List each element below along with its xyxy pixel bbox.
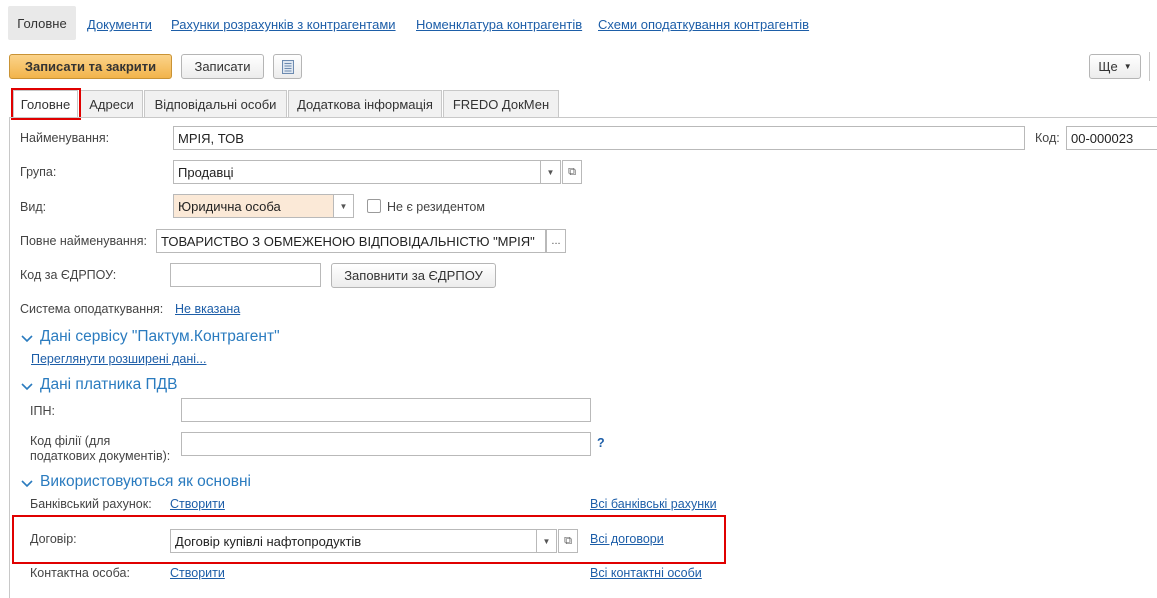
report-list-button[interactable] [273,54,302,79]
group-field[interactable]: Продавці [173,160,541,184]
kind-dropdown-button[interactable]: ▼ [334,194,354,218]
kind-label: Вид: [20,200,47,214]
vat-section-title[interactable]: Дані платника ПДВ [40,376,178,394]
more-button[interactable]: Ще ▼ [1089,54,1141,79]
tab-fredo-dokmen[interactable]: FREDO ДокМен [443,90,559,117]
nav-tab-main[interactable]: Головне [8,6,76,40]
bank-account-create-link[interactable]: Створити [170,497,225,511]
nav-link-documents[interactable]: Документи [87,17,152,32]
chevron-down-icon[interactable] [20,379,34,393]
all-contact-persons-link[interactable]: Всі контактні особи [590,566,702,580]
chevron-down-icon[interactable] [20,476,34,490]
dropdown-arrow-icon: ▼ [1123,62,1132,71]
pactum-extended-link[interactable]: Переглянути розширені дані... [31,352,206,366]
nav-link-tax-schemes[interactable]: Схеми оподаткування контрагентів [598,17,809,32]
branch-code-label-line1: Код філії (для [30,434,111,448]
group-open-button[interactable]: ⧉ [562,160,582,184]
code-field[interactable]: 00-000023 [1066,126,1157,150]
branch-code-label-line2: податкових документів): [30,449,171,463]
save-button[interactable]: Записати [181,54,264,79]
highlight-contract-row [12,515,726,564]
full-name-label: Повне найменування: [20,234,147,248]
highlight-tab-main [11,88,81,120]
tab-addresses[interactable]: Адреси [80,90,143,117]
tab-responsible-persons[interactable]: Відповідальні особи [144,90,287,117]
chevron-down-icon[interactable] [20,331,34,345]
all-bank-accounts-link[interactable]: Всі банківські рахунки [590,497,717,511]
name-label: Найменування: [20,131,110,145]
document-list-icon [281,59,294,74]
group-label: Група: [20,165,57,179]
chevron-down-icon: ▼ [339,201,348,211]
fill-by-edrpou-button[interactable]: Заповнити за ЄДРПОУ [331,263,496,288]
tab-additional-info[interactable]: Додаткова інформація [288,90,442,117]
contact-person-label: Контактна особа: [30,566,130,580]
tax-system-label: Система оподаткування: [20,302,164,316]
kind-field[interactable]: Юридична особа [173,194,334,218]
ipn-field[interactable] [181,398,591,422]
tax-system-link[interactable]: Не вказана [175,302,240,316]
nonresident-checkbox[interactable] [367,199,381,213]
chevron-down-icon: ▼ [546,167,555,177]
ellipsis-icon: ... [551,235,561,247]
nav-link-settlement-accounts[interactable]: Рахунки розрахунків з контрагентами [171,17,396,32]
bank-account-label: Банківський рахунок: [30,497,152,511]
group-dropdown-button[interactable]: ▼ [541,160,561,184]
name-field[interactable]: МРІЯ, ТОВ [173,126,1025,150]
help-icon[interactable]: ? [597,436,605,450]
full-name-field[interactable]: ТОВАРИСТВО З ОБМЕЖЕНОЮ ВІДПОВІДАЛЬНІСТЮ … [156,229,546,253]
save-and-close-button[interactable]: Записати та закрити [9,54,172,79]
top-navigation: Головне Документи Рахунки розрахунків з … [0,0,1157,48]
pactum-section-title[interactable]: Дані сервісу "Пактум.Контрагент" [40,328,280,346]
code-label: Код: [1035,131,1060,145]
edrpou-label: Код за ЄДРПОУ: [20,268,117,282]
full-name-edit-button[interactable]: ... [546,229,566,253]
side-panel-edge [1149,52,1157,81]
nonresident-label: Не є резидентом [387,200,485,214]
edrpou-field[interactable] [170,263,321,287]
ipn-label: ІПН: [30,404,55,418]
defaults-section-title[interactable]: Використовуються як основні [40,473,251,491]
open-window-icon: ⧉ [568,165,576,178]
branch-code-field[interactable] [181,432,591,456]
nav-link-nomenclature[interactable]: Номенклатура контрагентів [416,17,582,32]
contact-person-create-link[interactable]: Створити [170,566,225,580]
